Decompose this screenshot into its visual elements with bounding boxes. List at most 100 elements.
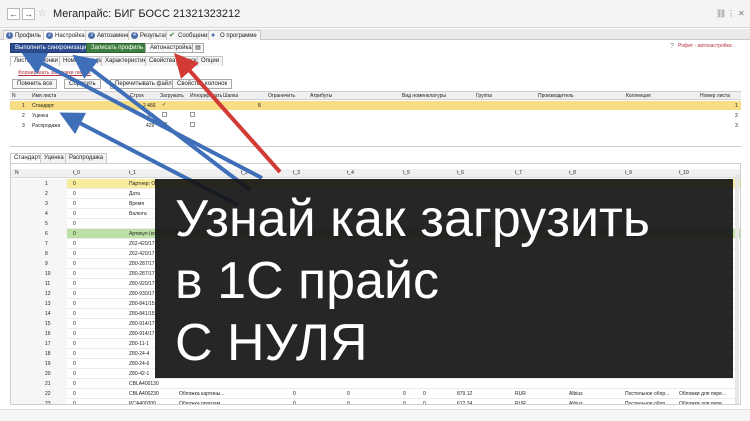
table-cell: Постельное обор... (625, 391, 670, 397)
table-cell: Z62-420/17 (129, 241, 155, 247)
row-number-cell (11, 399, 67, 404)
remember-all-button[interactable]: Помнить все (12, 79, 58, 89)
table-cell: 22 (45, 391, 51, 397)
table-cell: Z80-841/15 (129, 311, 155, 317)
table-row[interactable]: 3 Распродажа 429 3 (10, 121, 741, 130)
form-sheet-headers-link[interactable]: Формировать заголовки листов (18, 70, 91, 76)
help-icon: ? (670, 43, 674, 50)
table-cell: Z80-287/17 (129, 261, 155, 267)
reread-file-button[interactable]: Перечитывать файл (110, 79, 177, 89)
run-sync-button[interactable]: Выполнить синхронизацию (10, 43, 96, 53)
favorite-star-icon[interactable]: ☆ (38, 8, 47, 19)
table-cell: Z80-920/17 (129, 281, 155, 287)
tab-result[interactable]: 4 Результат (128, 30, 172, 40)
table-cell: 23 (45, 401, 51, 405)
status-bar (0, 409, 750, 421)
table-cell: 0 (73, 281, 76, 287)
table-cell: 8 (45, 251, 48, 257)
subtab-options[interactable]: Опции (197, 56, 224, 66)
sheet-tab-sale[interactable]: Распродажа (65, 153, 108, 163)
subtab-properties[interactable]: Свойства (145, 56, 180, 66)
back-button[interactable]: ← (7, 8, 20, 20)
table-cell: RUR (515, 391, 526, 397)
table-cell: 0 (73, 241, 76, 247)
table-cell: Z80-42-1 (129, 371, 150, 377)
table-cell: Z80-930/17 (129, 291, 155, 297)
row-number-cell (11, 189, 67, 199)
ignore-checkbox[interactable] (190, 122, 195, 127)
load-checkbox[interactable]: ✓ (162, 102, 166, 108)
table-cell: Дата (129, 191, 141, 197)
table-cell: 14 (45, 311, 51, 317)
table-cell: Обложки для пере... (679, 391, 727, 397)
tab-profile[interactable]: 1 Профиль (3, 30, 45, 40)
row-number-cell (11, 279, 67, 289)
table-cell: 0 (73, 221, 76, 227)
table-cell: 0 (347, 401, 350, 405)
table-cell: 1 (45, 181, 48, 187)
table-cell: 19 (45, 361, 51, 367)
table-cell: 0 (73, 291, 76, 297)
table-cell: 0 (73, 181, 76, 187)
reset-button[interactable]: Сбросить (64, 79, 101, 89)
tab-about[interactable]: ● О программе (208, 30, 261, 40)
info-icon: ● (211, 32, 216, 39)
table-cell: Z62-420/17 (129, 251, 155, 257)
table-cell: 7 (45, 241, 48, 247)
table-row[interactable]: 1 Стандарт 2 466 ✓ 8 1 (10, 101, 741, 110)
load-checkbox[interactable] (162, 112, 167, 117)
table-row[interactable]: 22 0 CBLA400230 Обложка картины... 0 0 0 0 879.1… (11, 389, 740, 399)
table-cell: 0 (73, 351, 76, 357)
row-number-cell (11, 319, 67, 329)
table-cell: 2 (45, 191, 48, 197)
table-cell: 5 (45, 221, 48, 227)
table-cell: 0 (73, 391, 76, 397)
row-number-cell (11, 389, 67, 399)
settings-icon[interactable]: ▤ (192, 43, 204, 53)
table-cell: Обложки для пере... (679, 401, 727, 405)
row-number-cell (11, 199, 67, 209)
tab-settings[interactable]: 2 Настройка (43, 30, 89, 40)
table-row[interactable]: 2 Уценка 66 2 (10, 111, 741, 120)
main-tabs: 1 Профиль 2 Настройка 3 Автозамены 4 Результ… (0, 29, 750, 40)
table-cell: Z80-287/17 (129, 271, 155, 277)
ignore-checkbox[interactable] (190, 112, 195, 117)
table-cell: 4 (45, 211, 48, 217)
window-titlebar: ← → ☆ Мегапрайс: БИГ БОСС 21321323212 ⛓ … (0, 0, 750, 28)
row-number-cell (11, 249, 67, 259)
link-icon[interactable]: ⛓ (716, 9, 726, 18)
row-number-cell (11, 349, 67, 359)
table-cell: Z80-24-6 (129, 361, 150, 367)
table-cell: Z80-11-1 (129, 341, 149, 347)
save-profile-button[interactable]: Записать профиль (86, 43, 149, 53)
table-cell: Постельное обор... (625, 401, 670, 405)
vertical-scrollbar[interactable] (735, 174, 739, 404)
table-cell: Время (129, 201, 145, 207)
row-number-cell (11, 359, 67, 369)
banner-line-3: С НУЛЯ (175, 314, 368, 372)
table-cell: 0 (73, 211, 76, 217)
autosetup-button[interactable]: Автонастройка (145, 43, 197, 53)
table-cell: 879.12 (457, 391, 473, 397)
table-cell: 612.24 (457, 401, 473, 405)
column-properties-button[interactable]: Свойства колонок (172, 79, 233, 89)
forward-button[interactable]: → (22, 8, 35, 20)
arrow-right-icon: → (24, 9, 33, 19)
sheet-tab-discount[interactable]: Уценка (40, 153, 68, 163)
row-number-cell (11, 209, 67, 219)
table-row[interactable]: 21 0 CBLA400130 (11, 379, 740, 389)
subtab-columns[interactable]: Колонки (31, 56, 62, 66)
row-number-cell (11, 369, 67, 379)
table-row[interactable]: 23 0 PCA400200 Обложка програм... 0 0 0 0 612.24… (11, 399, 740, 405)
close-icon[interactable]: ✕ (738, 9, 745, 18)
table-cell: 16 (45, 331, 51, 337)
row-number-cell (11, 269, 67, 279)
table-cell: RUR (515, 401, 526, 405)
more-icon[interactable]: ⋮ (727, 9, 735, 18)
load-checkbox[interactable] (162, 122, 167, 127)
table-cell: 13 (45, 301, 51, 307)
table-cell: Albius (569, 391, 583, 397)
window-title: Мегапрайс: БИГ БОСС 21321323212 (53, 8, 241, 20)
rofit-autosetup-link[interactable]: Рофит - автонастройка (678, 43, 732, 49)
sheets-grid-header: N Имя листа Строк Загружать Игнорировать… (10, 91, 741, 100)
